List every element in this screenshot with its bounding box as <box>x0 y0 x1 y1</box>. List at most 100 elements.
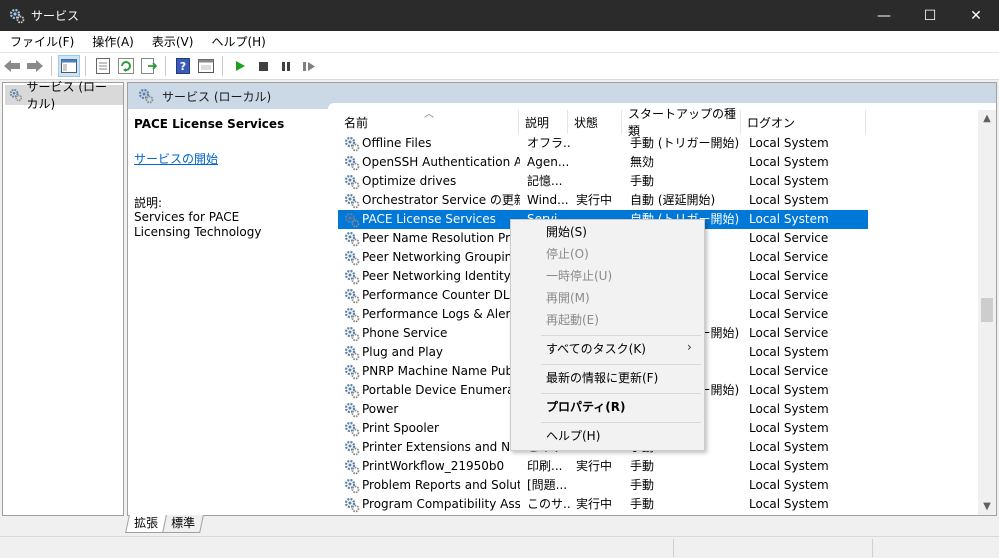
service-logon: Local System <box>749 383 829 397</box>
service-name-cell: Orchestrator Service の更新 <box>344 191 520 210</box>
service-name: OpenSSH Authentication A... <box>362 155 520 169</box>
export-icon <box>141 58 157 74</box>
menu-view[interactable]: 表示(V) <box>142 33 202 50</box>
service-gear-icon <box>344 383 360 399</box>
context-menu-item[interactable]: ヘルプ(H) <box>546 426 600 446</box>
context-menu-item[interactable]: プロパティ(R) <box>546 397 626 417</box>
start-service-button[interactable] <box>229 55 251 77</box>
service-logon: Local System <box>749 174 829 188</box>
service-name-cell: Peer Name Resolution Prot... <box>344 229 520 248</box>
console-tree-icon <box>61 59 77 73</box>
scroll-down-icon[interactable]: ▼ <box>978 498 996 515</box>
refresh-button[interactable] <box>115 55 137 77</box>
stop-service-button[interactable] <box>252 55 274 77</box>
tab-extended[interactable]: 拡張 <box>125 515 167 533</box>
service-name: Peer Networking Identity M... <box>362 269 520 283</box>
service-row[interactable]: PrintWorkflow_21950b0 印刷... 実行中 手動 Local Sys… <box>338 457 868 476</box>
context-menu-item[interactable]: すべてのタスク(K) <box>546 339 646 359</box>
service-row[interactable]: Program Compatibility Assis... このサ... 実行中 手… <box>338 495 868 514</box>
column-header-startup-type[interactable]: スタートアップの種類 <box>622 107 741 138</box>
service-gear-icon <box>344 402 360 418</box>
service-name-cell: Optimize drives <box>344 172 520 191</box>
service-name-cell: PACE License Services <box>344 210 520 229</box>
service-name: PNRP Machine Name Publi... <box>362 364 520 378</box>
menu-help[interactable]: ヘルプ(H) <box>201 33 273 50</box>
service-gear-icon <box>344 345 360 361</box>
stop-icon <box>259 62 268 71</box>
maximize-button[interactable]: ☐ <box>907 0 953 31</box>
context-menu-item: 一時停止(U) <box>546 269 613 283</box>
context-menu-item[interactable]: 最新の情報に更新(F) <box>546 368 658 388</box>
service-logon: Local System <box>749 212 829 226</box>
scrollbar-thumb[interactable] <box>981 298 993 322</box>
column-header-logon[interactable]: ログオン <box>741 110 866 134</box>
tab-standard[interactable]: 標準 <box>162 515 204 533</box>
close-button[interactable]: ✕ <box>953 0 999 31</box>
menu-file[interactable]: ファイル(F) <box>0 33 82 50</box>
view-tabs: 拡張 標準 <box>125 515 204 533</box>
service-name-cell: Plug and Play <box>344 343 520 362</box>
export-list-button[interactable] <box>138 55 160 77</box>
help-button[interactable]: ? <box>172 55 194 77</box>
restart-icon <box>303 62 315 71</box>
show-hide-tree-button[interactable] <box>58 55 80 77</box>
forward-button[interactable] <box>24 55 46 77</box>
service-startup-type: 手動 <box>630 459 655 473</box>
vertical-scrollbar[interactable]: ▲ ▼ <box>978 110 996 515</box>
service-logon: Local System <box>749 155 829 169</box>
service-name-cell: OpenSSH Authentication A... <box>344 153 520 172</box>
toolbar-separator <box>222 56 223 76</box>
column-header-name[interactable]: 名前 <box>338 110 519 134</box>
menu-action[interactable]: 操作(A) <box>82 33 142 50</box>
column-header-description[interactable]: 説明 <box>519 110 568 134</box>
service-status: 実行中 <box>576 459 613 473</box>
service-name-cell: Offline Files <box>344 134 520 153</box>
service-startup-type: 無効 <box>630 155 655 169</box>
console-view-button[interactable] <box>195 55 217 77</box>
service-startup-type: 自動 (遅延開始) <box>630 193 716 207</box>
service-logon: Local System <box>749 193 829 207</box>
services-gear-icon <box>9 8 25 24</box>
service-name: Program Compatibility Assis... <box>362 497 520 511</box>
pause-service-button[interactable] <box>275 55 297 77</box>
service-description: このサ... <box>527 497 572 511</box>
column-header-status[interactable]: 状態 <box>568 110 622 134</box>
service-row[interactable]: Problem Reports and Soluti... [問題... 手動 Loc… <box>338 476 868 495</box>
start-service-link[interactable]: サービスの開始 <box>134 150 218 167</box>
back-button[interactable] <box>1 55 23 77</box>
svg-text:?: ? <box>180 60 186 73</box>
service-startup-type: 手動 <box>630 497 655 511</box>
service-description: オフラ... <box>527 136 572 150</box>
service-gear-icon <box>344 478 360 494</box>
service-name: Orchestrator Service の更新 <box>362 193 520 207</box>
minimize-button[interactable]: — <box>861 0 907 31</box>
status-divider <box>872 539 873 557</box>
toolbar-separator <box>85 56 86 76</box>
service-row[interactable]: OpenSSH Authentication A... Agen... 無効 Loca… <box>338 153 868 172</box>
service-row[interactable]: Orchestrator Service の更新 Wind... 実行中 自動 (遅延… <box>338 191 868 210</box>
service-gear-icon <box>344 193 360 209</box>
service-row[interactable]: Offline Files オフラ... 手動 (トリガー開始) Local Syst… <box>338 134 868 153</box>
tree-item-services-local[interactable]: サービス (ローカル) <box>5 80 123 111</box>
service-name-cell: Program Compatibility Assis... <box>344 495 520 514</box>
service-row[interactable]: Optimize drives 記憶... 手動 Local System <box>338 172 868 191</box>
context-menu-item: 停止(O) <box>546 247 589 261</box>
service-gear-icon <box>344 440 360 456</box>
service-name-cell: PNRP Machine Name Publi... <box>344 362 520 381</box>
properties-button[interactable] <box>92 55 114 77</box>
service-description: 記憶... <box>527 174 563 188</box>
service-gear-icon <box>344 174 360 190</box>
service-logon: Local Service <box>749 364 829 378</box>
menu-bar: ファイル(F) 操作(A) 表示(V) ヘルプ(H) <box>0 31 999 53</box>
service-gear-icon <box>344 364 360 380</box>
service-status <box>576 172 626 191</box>
restart-service-button[interactable] <box>298 55 320 77</box>
scroll-up-icon[interactable]: ▲ <box>978 110 996 127</box>
console-tree: サービス (ローカル) <box>2 80 124 516</box>
service-startup-type: 手動 <box>630 174 655 188</box>
service-logon: Local System <box>749 345 829 359</box>
description-label: 説明: <box>134 196 163 210</box>
context-menu-item[interactable]: 開始(S) <box>546 222 587 242</box>
service-logon: Local System <box>749 136 829 150</box>
service-gear-icon <box>344 212 360 228</box>
